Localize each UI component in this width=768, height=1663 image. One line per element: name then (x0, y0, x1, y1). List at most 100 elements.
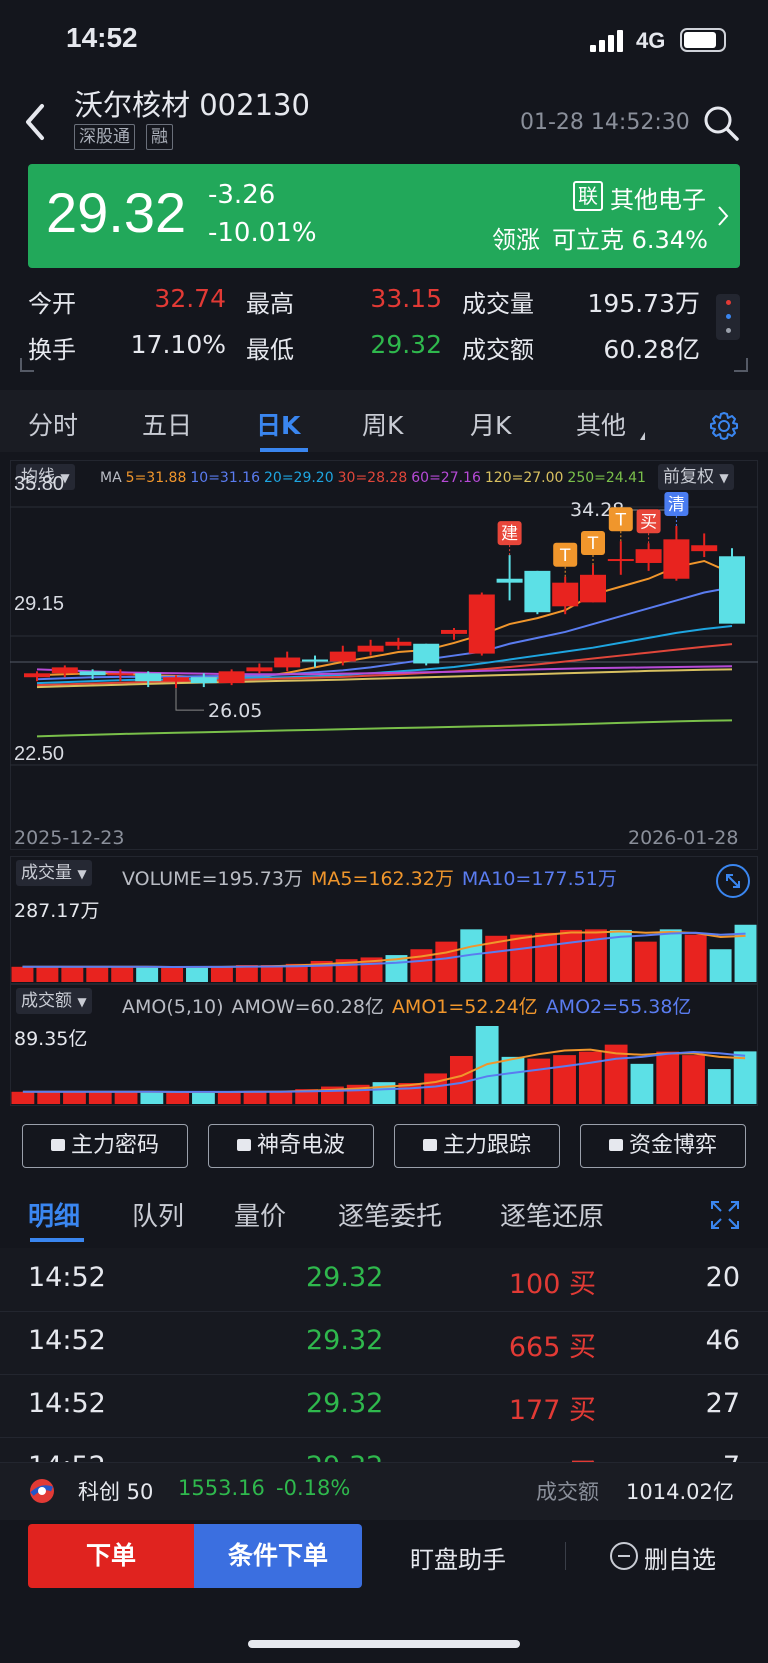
amount-bar (424, 1073, 447, 1104)
amount-bar (656, 1051, 680, 1104)
stat-label-open: 今开 (28, 290, 76, 318)
index-name: 科创 50 (78, 1480, 154, 1504)
amount-bar (501, 1056, 525, 1104)
trade-price: 29.32 (306, 1388, 384, 1419)
settings-gear-icon[interactable] (708, 410, 740, 442)
fullscreen-icon[interactable] (710, 1200, 740, 1230)
volume-bar (584, 929, 607, 982)
kline-chart[interactable]: 35.8029.1522.5034.2826.052025-12-23 2026-… (10, 460, 758, 850)
trade-marker-label: 清 (668, 495, 685, 515)
function-button-label: 主力密码 (70, 1133, 159, 1158)
candle (107, 673, 134, 676)
volume-bar (136, 966, 159, 982)
last-price: 29.32 (46, 181, 187, 244)
battery-icon (680, 28, 726, 52)
index-value: 1553.16 (178, 1476, 265, 1500)
dropdown-triangle-icon[interactable] (640, 432, 645, 440)
volume-bar (260, 965, 283, 982)
more-dots-icon[interactable] (716, 294, 740, 340)
amount-bar (217, 1091, 241, 1104)
candle (329, 651, 356, 662)
function-button-1[interactable]: 主力密码 (22, 1124, 188, 1168)
index-amount: 1014.02亿 (626, 1480, 734, 1504)
chevron-right-icon[interactable] (716, 204, 730, 228)
amount-bar (192, 1091, 215, 1104)
stat-label-volume: 成交量 (462, 290, 534, 318)
stock-title: 沃尔核材 002130 (74, 88, 310, 122)
trade-time: 14:52 (28, 1325, 106, 1356)
trade-marker-label: T (559, 546, 571, 566)
candle (135, 673, 162, 682)
trade-count: 27 (705, 1388, 740, 1419)
candle (496, 578, 523, 583)
function-button-2[interactable]: 神奇电波 (208, 1124, 374, 1168)
candle (691, 545, 718, 552)
remove-watchlist-button[interactable]: 删自选 (644, 1540, 716, 1575)
tab-5[interactable]: 月K (470, 406, 511, 442)
function-button-3[interactable]: 主力跟踪 (394, 1124, 560, 1168)
amount-bar (682, 1055, 705, 1104)
conditional-order-button[interactable]: 条件下单 (194, 1524, 362, 1588)
detail-tab-3[interactable]: 量价 (234, 1196, 286, 1233)
tab-1[interactable]: 分时 (28, 406, 78, 442)
detail-tab-1[interactable]: 明细 (28, 1196, 80, 1233)
trade-volume: 100 买 (508, 1269, 596, 1300)
stat-value-high: 33.15 (370, 284, 442, 313)
trade-volume: 177 买 (508, 1395, 596, 1426)
detail-tab-2[interactable]: 队列 (132, 1196, 184, 1233)
amount-bar (527, 1058, 551, 1104)
sector-leader: 可立克 6.34% (552, 226, 708, 254)
trade-marker-label: T (615, 510, 627, 530)
stat-value-amount: 60.28亿 (603, 335, 700, 364)
amount-bar (707, 1069, 731, 1104)
order-button[interactable]: 下单 (28, 1524, 194, 1588)
y-axis-label: 29.15 (14, 593, 64, 615)
candle (580, 574, 606, 603)
lock-icon (50, 1139, 65, 1151)
volume-bar (709, 949, 732, 982)
candle (24, 673, 50, 678)
monitor-helper-button[interactable]: 盯盘助手 (410, 1540, 506, 1575)
trade-time: 14:52 (28, 1262, 106, 1293)
lock-icon (608, 1139, 623, 1151)
corner-mark-right (734, 358, 748, 372)
stat-label-high: 最高 (246, 290, 294, 318)
tab-2[interactable]: 五日 (142, 406, 192, 442)
candle (552, 582, 579, 607)
volume-bar (435, 941, 458, 982)
stat-label-low: 最低 (246, 336, 294, 364)
sector-name[interactable]: 其他电子 (610, 180, 706, 215)
function-button-label: 资金博弈 (628, 1133, 717, 1158)
stat-value-turnover: 17.10% (130, 330, 226, 359)
candle (246, 667, 273, 672)
trade-count: 46 (705, 1325, 740, 1356)
function-button-4[interactable]: 资金博弈 (580, 1124, 746, 1168)
amount-bar (733, 1051, 757, 1104)
candle (524, 570, 551, 613)
tab-6[interactable]: 其他 (576, 406, 626, 442)
remove-watchlist-icon[interactable] (610, 1542, 638, 1570)
amount-bar (269, 1090, 293, 1104)
search-icon[interactable] (702, 104, 742, 144)
volume-bar (659, 929, 682, 982)
volume-bar (161, 967, 184, 982)
lock-icon (422, 1139, 437, 1151)
trade-marker-label: 买 (640, 512, 657, 532)
candle (357, 645, 384, 652)
tab-4[interactable]: 周K (362, 406, 403, 442)
tab-3[interactable]: 日K (256, 406, 300, 442)
volume-bar (410, 949, 433, 982)
volume-bar (634, 941, 657, 982)
date-end-label: 2026-01-28 (628, 827, 738, 849)
candle (218, 671, 245, 684)
volume-chart (11, 924, 757, 982)
back-icon[interactable] (22, 100, 52, 144)
trade-count: 20 (705, 1262, 740, 1293)
detail-tab-5[interactable]: 逐笔还原 (500, 1196, 604, 1233)
amount-bar (114, 1091, 138, 1104)
candle (302, 659, 328, 662)
home-indicator (248, 1640, 520, 1648)
volume-bar (86, 966, 109, 982)
sector-leader-label: 领涨 (492, 226, 540, 254)
detail-tab-4[interactable]: 逐笔委托 (338, 1196, 442, 1233)
